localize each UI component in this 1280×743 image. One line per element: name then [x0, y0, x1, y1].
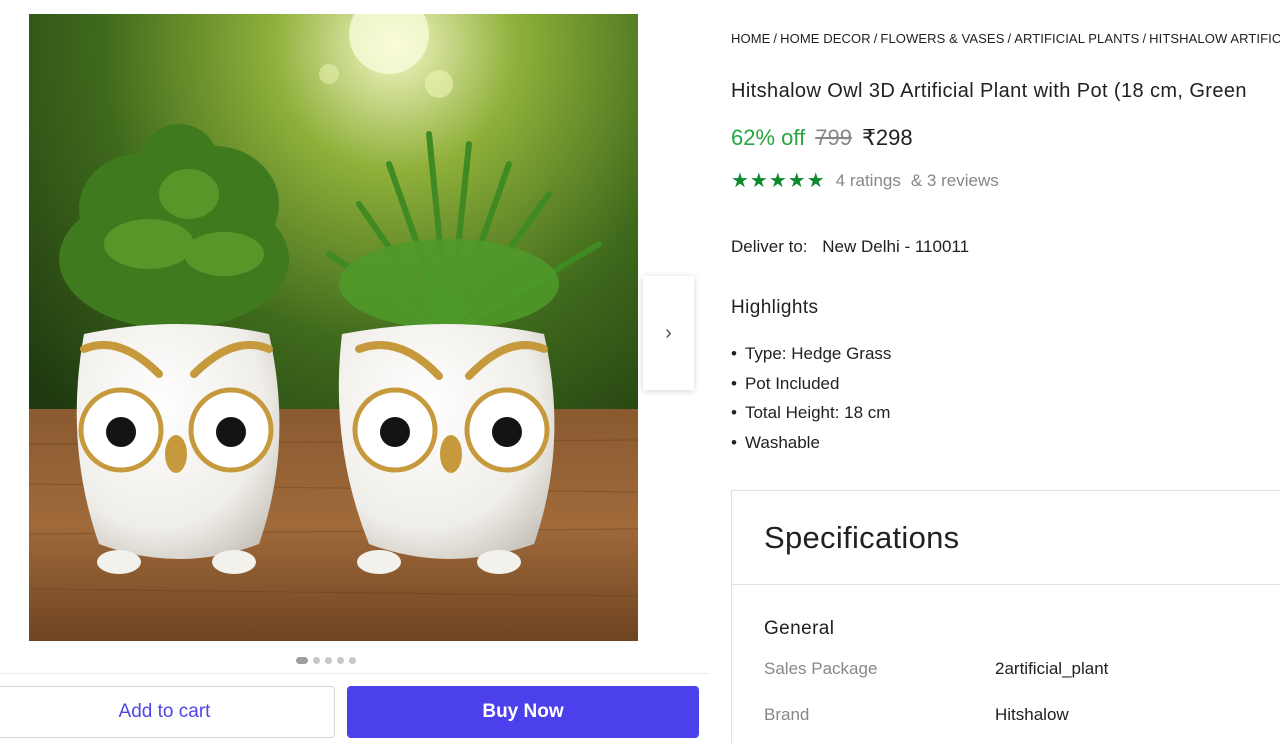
price-row: 62% off 799 ₹298	[731, 125, 913, 151]
gallery-dot[interactable]	[349, 657, 356, 664]
gallery-dot[interactable]	[325, 657, 332, 664]
spec-section-general: General	[764, 618, 835, 639]
highlight-item: Pot Included	[731, 372, 891, 402]
breadcrumb-artificial-plants[interactable]: ARTIFICIAL PLANTS	[1014, 31, 1139, 46]
chevron-right-icon: ›	[665, 321, 672, 344]
highlight-item: Washable	[731, 431, 891, 461]
breadcrumb-home-decor[interactable]: HOME DECOR	[780, 31, 871, 46]
action-bar: Add to cart Buy Now	[0, 673, 710, 743]
highlights-list: Type: Hedge Grass Pot Included Total Hei…	[731, 342, 891, 460]
buy-now-button[interactable]: Buy Now	[347, 686, 699, 738]
delivery-location[interactable]: New Delhi - 110011	[822, 237, 969, 256]
original-price: 799	[815, 125, 852, 150]
spec-key: Sales Package	[764, 659, 878, 678]
owl-planters-photo	[29, 14, 638, 641]
selling-price: ₹298	[861, 125, 913, 150]
specifications-title: Specifications	[732, 491, 1280, 585]
product-title: Hitshalow Owl 3D Artificial Plant with P…	[731, 80, 1247, 102]
product-image[interactable]	[29, 14, 638, 641]
breadcrumb-product[interactable]: HITSHALOW ARTIFICIAL	[1149, 31, 1280, 46]
ratings-count[interactable]: 4 ratings	[836, 171, 901, 191]
breadcrumb-home[interactable]: HOME	[731, 31, 770, 46]
reviews-count[interactable]: & 3 reviews	[911, 171, 999, 191]
gallery-dot[interactable]	[337, 657, 344, 664]
gallery-dot[interactable]	[313, 657, 320, 664]
gallery-dot[interactable]	[296, 657, 308, 664]
spec-key: Brand	[764, 705, 810, 724]
spec-row: Brand Hitshalow	[764, 705, 1069, 725]
star-rating-icon: ★★★★★	[731, 170, 826, 192]
breadcrumb: HOME / HOME DECOR / FLOWERS & VASES / ARTIFICI…	[731, 31, 1280, 46]
specifications-section: Specifications General Sales Package 2ar…	[731, 490, 1280, 743]
spec-value: Hitshalow	[995, 705, 1069, 724]
rating-row: ★★★★★ 4 ratings & 3 reviews	[731, 168, 999, 193]
discount-label: 62% off	[731, 125, 806, 150]
highlight-item: Type: Hedge Grass	[731, 342, 891, 372]
spec-value: 2artificial_plant	[995, 659, 1109, 678]
next-image-button[interactable]: ›	[643, 276, 694, 390]
deliver-label: Deliver to:	[731, 237, 808, 256]
add-to-cart-button[interactable]: Add to cart	[0, 686, 335, 738]
delivery-info: Deliver to: New Delhi - 110011	[731, 237, 969, 257]
gallery-dots	[296, 657, 356, 664]
spec-row: Sales Package 2artificial_plant	[764, 659, 1108, 679]
highlights-title: Highlights	[731, 297, 819, 318]
product-details: HOME / HOME DECOR / FLOWERS & VASES / ARTIFICI…	[731, 0, 1280, 743]
highlight-item: Total Height: 18 cm	[731, 401, 891, 431]
breadcrumb-flowers-vases[interactable]: FLOWERS & VASES	[880, 31, 1004, 46]
